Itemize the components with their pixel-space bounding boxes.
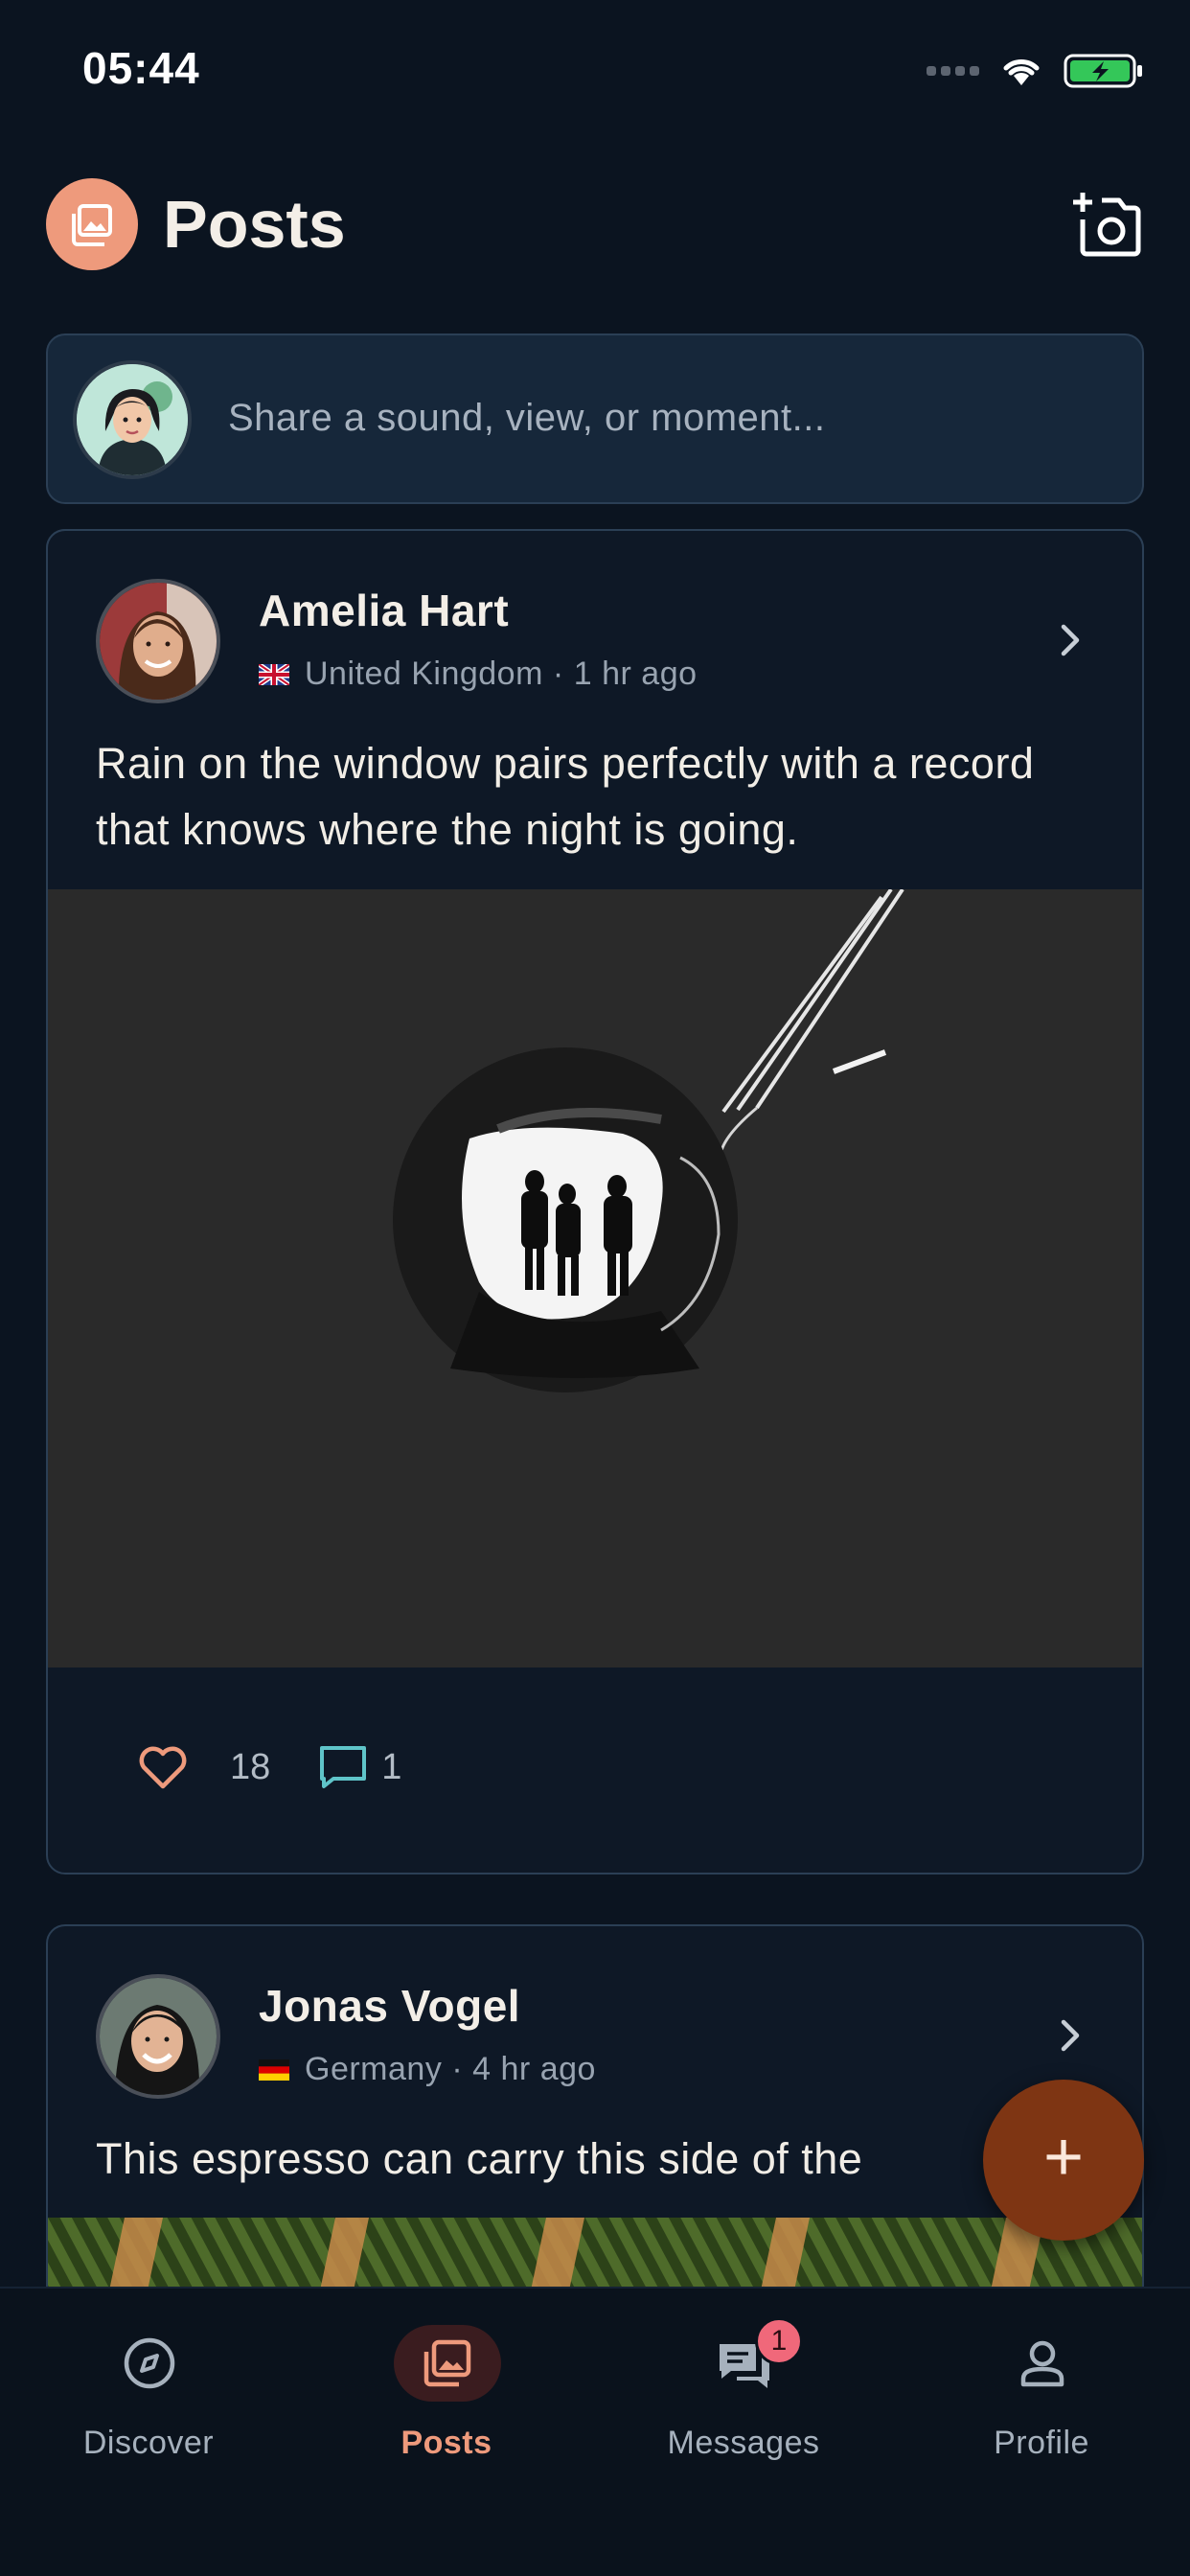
post-country: United Kingdom <box>305 656 543 692</box>
nav-label: Discover <box>82 2425 215 2461</box>
cellular-signal-icon <box>927 66 979 76</box>
like-count: 18 <box>230 1746 271 1787</box>
nav-item-messages[interactable]: 1 Messages <box>619 2317 868 2509</box>
battery-icon <box>1064 54 1142 88</box>
gallery-icon <box>46 178 138 270</box>
add-photo-button[interactable] <box>1071 188 1144 261</box>
nav-item-profile[interactable]: Profile <box>917 2317 1166 2509</box>
composer-placeholder: Share a sound, view, or moment... <box>228 397 826 439</box>
comment-icon[interactable] <box>318 1744 368 1790</box>
meta-separator: · <box>451 2051 464 2087</box>
chevron-right-icon[interactable] <box>1050 621 1088 659</box>
germany-flag-icon <box>259 2058 289 2081</box>
status-time: 05:44 <box>82 43 200 93</box>
meta-separator: · <box>552 656 564 692</box>
chevron-right-icon[interactable] <box>1050 2016 1088 2055</box>
post-text: Rain on the window pairs perfectly with … <box>96 739 1035 854</box>
page-title: Posts <box>163 187 346 262</box>
nav-item-posts[interactable]: Posts <box>322 2317 571 2509</box>
post-composer[interactable]: Share a sound, view, or moment... <box>46 334 1144 504</box>
uk-flag-icon <box>259 663 289 685</box>
status-bar: 05:44 <box>0 0 1190 144</box>
post-author[interactable]: Jonas Vogel <box>259 1980 520 2032</box>
person-icon <box>1020 2340 1064 2387</box>
create-post-button[interactable]: + <box>983 2080 1144 2241</box>
avatar[interactable] <box>96 1974 220 2099</box>
nav-label: Messages <box>667 2425 820 2461</box>
heart-icon[interactable] <box>138 1744 188 1790</box>
post-time: 4 hr ago <box>472 2051 596 2087</box>
add-photo-icon <box>1073 193 1141 257</box>
nav-item-discover[interactable]: Discover <box>24 2317 273 2509</box>
post-card[interactable]: Amelia Hart United Kingdom · 1 hr ago Ra… <box>46 529 1144 1874</box>
post-meta: Germany · 4 hr ago <box>259 2051 596 2088</box>
compass-icon <box>124 2337 175 2389</box>
bottom-navigation: Discover Posts 1 Messages Profile <box>0 2287 1190 2576</box>
comment-count: 1 <box>381 1746 402 1787</box>
gallery-icon <box>423 2339 471 2387</box>
post-actions: 18 1 <box>138 1744 401 1790</box>
nav-label: Posts <box>400 2425 492 2461</box>
page-header: Posts <box>46 178 1144 270</box>
post-author[interactable]: Amelia Hart <box>259 585 509 636</box>
wifi-icon <box>1003 59 1040 85</box>
status-icons <box>927 50 1144 92</box>
post-country: Germany <box>305 2051 443 2087</box>
post-text: This espresso can carry this side of the <box>96 2134 863 2183</box>
post-time: 1 hr ago <box>573 656 698 692</box>
post-image[interactable] <box>48 887 1142 1668</box>
notification-badge: 1 <box>755 2317 803 2365</box>
nav-label: Profile <box>994 2425 1089 2461</box>
post-meta: United Kingdom · 1 hr ago <box>259 656 698 693</box>
avatar[interactable] <box>96 579 220 703</box>
avatar <box>73 360 192 479</box>
plus-icon: + <box>1042 2119 1085 2196</box>
